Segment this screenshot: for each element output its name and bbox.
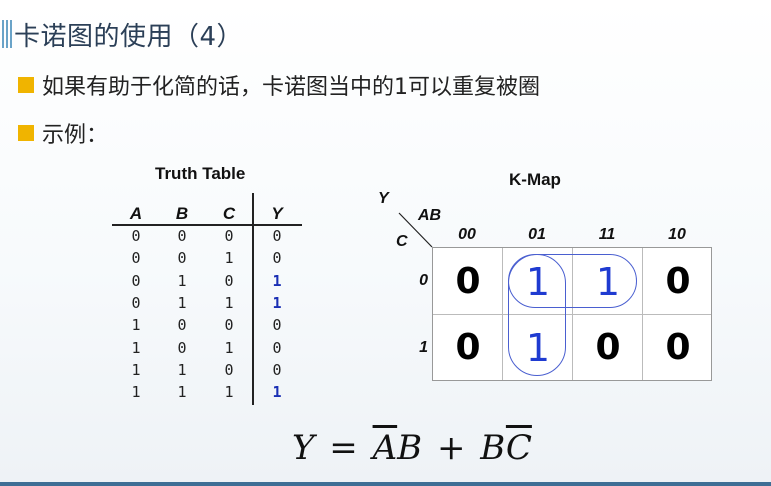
truth-table-cell: 0	[272, 227, 282, 245]
truth-table-header-divider	[112, 224, 302, 226]
kmap-col-header: 00	[458, 226, 476, 243]
truth-table-cell: 1	[272, 271, 282, 290]
truth-table-cell: 0	[131, 293, 141, 312]
simplified-expression: Y = AB + BC	[292, 428, 532, 468]
formula-a-complement: A	[372, 428, 398, 468]
bullet-square-icon	[18, 77, 34, 93]
formula-c-complement: C	[505, 428, 532, 468]
truth-table-header-b: B	[175, 204, 189, 223]
kmap-row-header: 0	[419, 272, 428, 289]
truth-table-cell: 0	[272, 338, 282, 357]
truth-table-header-a: A	[129, 204, 143, 223]
kmap-column-variable: AB	[418, 207, 442, 224]
bullet-text: 如果有助于化简的话，卡诺图当中的1可以重复被圈	[42, 75, 540, 100]
truth-table-cell: 0	[224, 316, 234, 335]
truth-table-cell: 1	[131, 360, 141, 379]
truth-table-cell: 1	[177, 383, 187, 402]
formula-plus: +	[436, 428, 466, 468]
truth-table-cell: 1	[177, 293, 187, 312]
formula-b: B	[397, 428, 423, 468]
truth-table-cell: 0	[177, 316, 187, 335]
truth-table-cell: 1	[177, 360, 187, 379]
truth-table-cell: 1	[224, 249, 234, 268]
truth-table-cell: 0	[131, 249, 141, 268]
truth-table-cell: 0	[177, 338, 187, 357]
kmap-cell: 0	[455, 327, 481, 368]
formula-lhs: Y	[292, 428, 315, 468]
slide-title: 卡诺图的使用（4）	[14, 22, 244, 52]
truth-table-cell: 0	[177, 249, 187, 268]
kmap-title: K-Map	[509, 170, 561, 189]
truth-table-cell: 1	[177, 271, 187, 290]
kmap-col-header: 10	[668, 226, 686, 243]
truth-table-cell: 0	[272, 360, 282, 379]
truth-table-cell: 1	[272, 293, 282, 312]
kmap-row-variable: C	[396, 233, 408, 250]
truth-table-cell: 1	[224, 338, 234, 357]
truth-table-header-c: C	[222, 204, 236, 223]
kmap-cell: 0	[455, 261, 481, 302]
kmap-cell: 0	[665, 261, 691, 302]
kmap-row-header: 1	[419, 339, 428, 356]
truth-table-cell: 0	[272, 316, 282, 335]
kmap-col-header: 11	[598, 226, 616, 243]
truth-table-cell: 0	[224, 360, 234, 379]
truth-table-cell: 0	[131, 271, 141, 290]
slide-title-bar: 卡诺图的使用（4）	[0, 8, 771, 52]
truth-table-title: Truth Table	[155, 164, 246, 183]
truth-table-cell: 1	[131, 338, 141, 357]
truth-table-cell: 1	[131, 316, 141, 335]
truth-table-cell: 0	[272, 249, 282, 268]
kmap-output-label: Y	[378, 190, 389, 207]
kmap-col-header: 01	[528, 226, 546, 243]
bullet-text: 示例：	[42, 123, 109, 148]
kmap-group-ring-vertical	[508, 254, 566, 376]
formula-b: B	[480, 428, 506, 468]
bullet-square-icon	[18, 125, 34, 141]
truth-table-cell: 0	[224, 271, 234, 290]
truth-table-cell: 1	[224, 383, 234, 402]
truth-table-output-divider	[252, 193, 254, 405]
truth-table-cell: 1	[224, 293, 234, 312]
formula-equals: =	[329, 428, 358, 468]
kmap-cell: 0	[595, 327, 621, 368]
truth-table-cell: 1	[131, 383, 141, 402]
title-decoration	[2, 20, 12, 48]
slide-bottom-bar	[0, 482, 771, 486]
truth-table-cell: 0	[177, 227, 187, 245]
kmap-cell: 0	[665, 327, 691, 368]
bullet-item: 示例：	[18, 117, 108, 149]
truth-table-header-y: Y	[271, 204, 283, 223]
truth-table-cell: 0	[131, 227, 141, 245]
truth-table-cell: 1	[272, 383, 282, 402]
truth-table-cell: 0	[224, 227, 234, 245]
bullet-item: 如果有助于化简的话，卡诺图当中的1可以重复被圈	[18, 69, 540, 101]
